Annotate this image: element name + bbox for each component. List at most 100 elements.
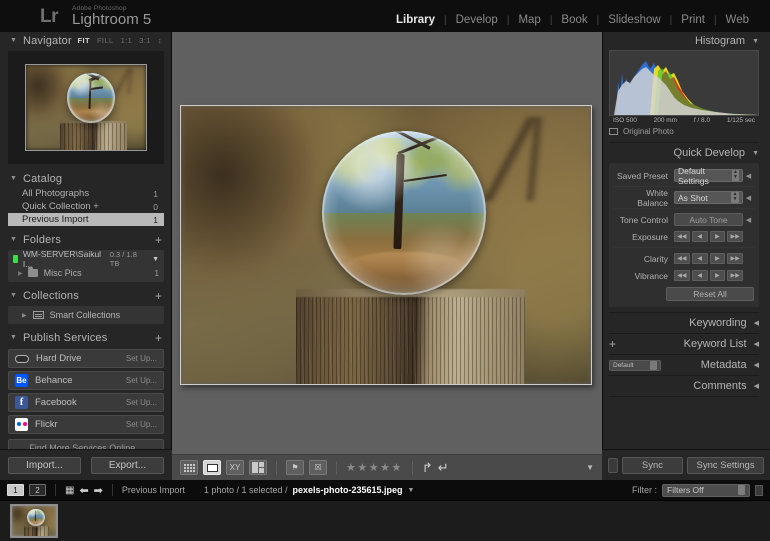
catalog-item-quick-collection[interactable]: Quick Collection + 0 — [8, 200, 164, 213]
filter-select[interactable]: Filters Off — [662, 483, 750, 497]
clarity-increase-large[interactable]: ▶▶ — [727, 253, 743, 264]
import-button[interactable]: Import... — [8, 456, 81, 474]
saved-preset-select[interactable]: Default Settings ▲ ▼ — [674, 166, 743, 186]
disclosure-triangle-icon[interactable]: ▼ — [10, 334, 17, 341]
clarity-increase-small[interactable]: ▶ — [709, 253, 726, 264]
quick-develop-header[interactable]: Quick Develop ▼ — [609, 144, 759, 162]
flag-pick-icon[interactable]: ⚑ — [286, 460, 304, 475]
exposure-increase-small[interactable]: ▶ — [709, 231, 726, 242]
chevron-right-icon[interactable]: ▶ — [22, 312, 27, 319]
page-indicator-2[interactable]: 2 — [29, 484, 46, 496]
grid-view-icon[interactable] — [180, 460, 198, 475]
publish-service-flickr[interactable]: Flickr Set Up... — [8, 415, 164, 434]
collapse-left-icon[interactable]: ◀ — [754, 340, 759, 348]
publish-service-action[interactable]: Set Up... — [126, 354, 157, 363]
catalog-item-all-photographs[interactable]: All Photographs 1 — [8, 187, 164, 200]
folders-header[interactable]: ▼ Folders + — [8, 231, 164, 248]
disclosure-triangle-icon[interactable]: ▼ — [10, 292, 17, 299]
chevron-right-icon[interactable]: ▶ — [18, 270, 23, 277]
filename-chevron-icon[interactable]: ▼ — [408, 487, 415, 494]
checkbox-icon[interactable] — [609, 128, 618, 135]
collapse-left-icon[interactable]: ◀ — [754, 361, 759, 369]
publish-service-action[interactable]: Set Up... — [126, 376, 157, 385]
zoom-stepper-icon[interactable]: ↕ — [158, 36, 162, 45]
histogram-header[interactable]: Histogram ▼ — [609, 32, 759, 50]
add-folder-icon[interactable]: + — [155, 233, 162, 247]
metadata-preset-select[interactable]: Default — [609, 359, 661, 371]
flag-reject-icon[interactable]: ☒ — [309, 460, 327, 475]
filmstrip[interactable] — [0, 500, 770, 541]
stepper-icon[interactable] — [650, 360, 657, 370]
filmstrip-thumbnail[interactable] — [10, 504, 58, 538]
collection-item-smart-collections[interactable]: ▶ Smart Collections — [8, 308, 164, 322]
vibrance-increase-large[interactable]: ▶▶ — [727, 270, 743, 281]
disclosure-triangle-icon[interactable]: ▼ — [10, 236, 17, 243]
zoom-3-1[interactable]: 3:1 — [139, 36, 151, 45]
publish-services-header[interactable]: ▼ Publish Services + — [8, 329, 164, 346]
collapse-left-icon[interactable]: ◀ — [754, 319, 759, 327]
publish-service-action[interactable]: Set Up... — [126, 420, 157, 429]
stepper-icon[interactable]: ▲ ▼ — [731, 192, 739, 203]
publish-service-facebook[interactable]: f Facebook Set Up... — [8, 393, 164, 412]
auto-sync-switch[interactable] — [608, 457, 618, 473]
keywording-header[interactable]: Keywording ◀ — [609, 314, 759, 332]
chevron-down-icon[interactable]: ▼ — [152, 256, 159, 263]
stepper-icon[interactable]: ▲ ▼ — [731, 170, 739, 181]
clarity-decrease-large[interactable]: ◀◀ — [674, 253, 690, 264]
catalog-header[interactable]: ▼ Catalog — [8, 170, 164, 187]
keyword-list-header[interactable]: + Keyword List ◀ — [609, 335, 759, 353]
zoom-fill[interactable]: FILL — [97, 36, 114, 45]
star-rating[interactable]: ★★★★★ — [346, 461, 403, 474]
filter-toggle-switch[interactable] — [755, 484, 763, 496]
add-keyword-icon[interactable]: + — [609, 337, 616, 351]
add-collection-icon[interactable]: + — [155, 289, 162, 303]
disclosure-triangle-icon[interactable]: ▼ — [10, 175, 17, 182]
rotate-right-icon[interactable]: ↵ — [438, 460, 449, 476]
survey-view-icon[interactable] — [249, 460, 267, 475]
collections-header[interactable]: ▼ Collections + — [8, 287, 164, 304]
grid-toggle-icon[interactable]: ▦ — [65, 485, 74, 496]
navigator-header[interactable]: ▼ Navigator FIT FILL 1:1 3:1 ↕ — [8, 32, 164, 49]
module-develop[interactable]: Develop — [447, 14, 507, 26]
toolbar-options-chevron-icon[interactable]: ▼ — [586, 463, 594, 472]
original-photo-toggle[interactable]: Original Photo — [609, 127, 759, 136]
comments-header[interactable]: Comments ◀ — [609, 377, 759, 395]
publish-service-hard-drive[interactable]: Hard Drive Set Up... — [8, 349, 164, 368]
source-label[interactable]: Previous Import — [122, 485, 185, 495]
reset-all-button[interactable]: Reset All — [666, 287, 754, 301]
vibrance-decrease-small[interactable]: ◀ — [691, 270, 708, 281]
loupe-view-icon[interactable] — [203, 460, 221, 475]
rotate-left-icon[interactable]: ↱ — [422, 460, 433, 476]
module-web[interactable]: Web — [717, 14, 758, 26]
zoom-1-1[interactable]: 1:1 — [121, 36, 133, 45]
compare-view-icon[interactable]: XY — [226, 460, 244, 475]
clarity-decrease-small[interactable]: ◀ — [691, 253, 708, 264]
module-book[interactable]: Book — [552, 14, 596, 26]
stepper-icon[interactable] — [738, 485, 745, 495]
export-button[interactable]: Export... — [91, 456, 164, 474]
disclosure-triangle-icon[interactable]: ▼ — [752, 38, 759, 45]
sync-settings-button[interactable]: Sync Settings — [687, 456, 764, 474]
module-map[interactable]: Map — [509, 14, 549, 26]
tone-control-collapse-icon[interactable]: ◀ — [743, 216, 754, 224]
disclosure-triangle-icon[interactable]: ▼ — [10, 37, 17, 44]
folder-volume-row[interactable]: WM-SERVER\Saikul I... 0.3 / 1.8 TB ▼ — [8, 249, 164, 269]
histogram-graph[interactable] — [609, 50, 759, 116]
navigator-preview[interactable] — [8, 51, 164, 164]
white-balance-select[interactable]: As Shot ▲ ▼ — [674, 191, 743, 204]
auto-tone-button[interactable]: Auto Tone — [674, 213, 743, 226]
publish-service-action[interactable]: Set Up... — [126, 398, 157, 407]
disclosure-triangle-icon[interactable]: ▼ — [752, 150, 759, 157]
back-arrow-icon[interactable]: ⬅ — [79, 484, 88, 497]
exposure-decrease-large[interactable]: ◀◀ — [674, 231, 690, 242]
loupe-photo[interactable] — [180, 105, 592, 385]
vibrance-decrease-large[interactable]: ◀◀ — [674, 270, 690, 281]
publish-service-behance[interactable]: Be Behance Set Up... — [8, 371, 164, 390]
module-library[interactable]: Library — [387, 14, 444, 26]
module-print[interactable]: Print — [672, 14, 714, 26]
collapse-left-icon[interactable]: ◀ — [754, 382, 759, 390]
exposure-increase-large[interactable]: ▶▶ — [727, 231, 743, 242]
module-slideshow[interactable]: Slideshow — [599, 14, 669, 26]
exposure-decrease-small[interactable]: ◀ — [691, 231, 708, 242]
catalog-item-previous-import[interactable]: Previous Import 1 — [8, 213, 164, 226]
